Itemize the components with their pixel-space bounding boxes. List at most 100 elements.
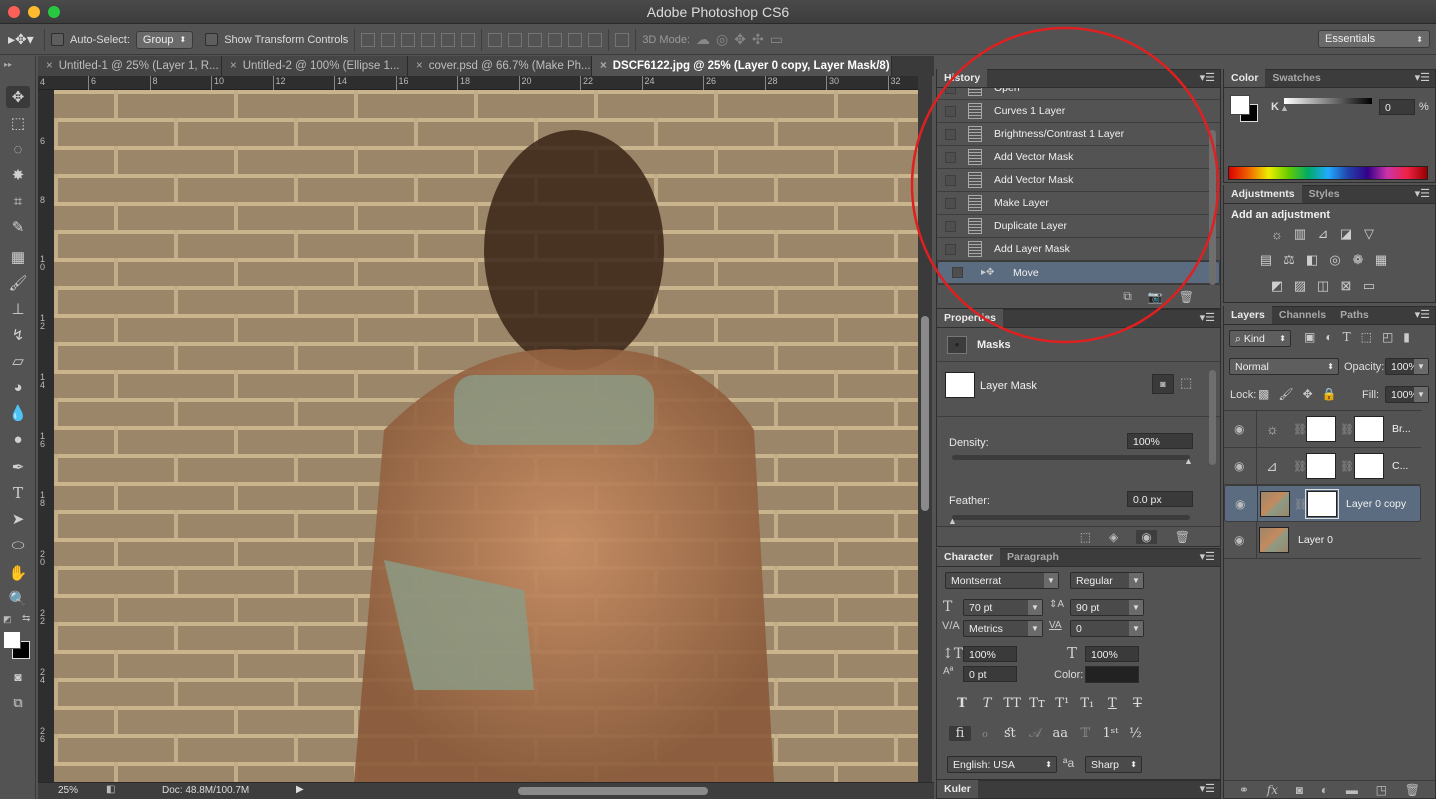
history-item[interactable]: Duplicate Layer (937, 215, 1220, 238)
feather-slider-thumb[interactable]: ▲ (948, 516, 957, 526)
screen-mode-icon[interactable]: ⧉ (6, 692, 30, 714)
distribute-hcenter-icon[interactable] (568, 32, 583, 47)
show-transform-checkbox[interactable] (205, 33, 219, 46)
status-menu-arrow-icon[interactable]: ▶ (296, 784, 304, 795)
clone-stamp-tool-icon[interactable]: ⊥ (6, 298, 30, 320)
language-dropdown[interactable]: English: USA ⬍ (947, 756, 1057, 773)
visibility-eye-icon[interactable]: ◉ (1234, 533, 1244, 547)
density-slider-thumb[interactable]: ▲ (1184, 456, 1193, 466)
baseline-shift-input[interactable]: 0 pt (963, 666, 1017, 682)
history-source-checkbox[interactable] (945, 220, 956, 232)
lock-transparent-icon[interactable]: ▩ (1258, 387, 1269, 401)
history-item[interactable]: Make Layer (937, 192, 1220, 215)
channel-mixer-icon[interactable]: ❁ (1349, 252, 1367, 268)
layer-name[interactable]: Layer 0 copy (1346, 498, 1406, 510)
layer-row[interactable]: ◉ Layer 0 (1224, 522, 1421, 559)
type-tool-icon[interactable]: T (6, 482, 30, 504)
lock-all-icon[interactable]: 🔒 (1322, 387, 1337, 401)
tab-properties[interactable]: Properties (937, 309, 1003, 327)
layer-style-fx-icon[interactable]: fx (1267, 783, 1278, 797)
eraser-tool-icon[interactable]: ▱ (6, 350, 30, 372)
discretionary-ligatures-icon[interactable]: ℴ (974, 726, 996, 741)
tab-styles[interactable]: Styles (1302, 185, 1347, 203)
history-source-checkbox[interactable] (945, 128, 956, 140)
exposure-icon[interactable]: ◪ (1337, 226, 1355, 242)
collapse-toolbox-icon[interactable]: ▸▸ (4, 60, 12, 69)
align-top-icon[interactable] (361, 32, 376, 47)
horizontal-ruler[interactable]: 6 8 10 12 14 16 18 20 22 24 26 28 30 32 (38, 76, 920, 90)
scroll-thumb[interactable] (921, 316, 929, 511)
swap-colors-icon[interactable]: ⇆ (22, 613, 30, 624)
history-item[interactable]: Curves 1 Layer (937, 100, 1220, 123)
black-white-icon[interactable]: ◧ (1303, 252, 1321, 268)
filter-shape-icon[interactable]: ⬚ (1361, 330, 1372, 344)
status-share-icon[interactable]: ◧ (106, 784, 115, 795)
color-lookup-icon[interactable]: ▦ (1372, 252, 1390, 268)
titling-alternates-icon[interactable]: aa (1049, 726, 1071, 741)
doc-tab[interactable]: × cover.psd @ 66.7% (Make Ph... (408, 56, 592, 76)
filter-smart-object-icon[interactable]: ◰ (1382, 330, 1393, 344)
visibility-eye-icon[interactable]: ◉ (1235, 497, 1245, 511)
link-icon[interactable]: ⛓ (1294, 498, 1308, 511)
select-pixel-mask-icon[interactable]: ◙ (1152, 374, 1174, 394)
properties-scrollbar[interactable] (1209, 370, 1216, 465)
doc-tab[interactable]: × Untitled-2 @ 100% (Ellipse 1... (222, 56, 408, 76)
layer-mask-thumbnail[interactable] (1305, 489, 1339, 519)
link-layers-icon[interactable]: ⚭ (1239, 783, 1249, 797)
load-selection-icon[interactable]: ⬚ (1080, 530, 1091, 544)
color-balance-icon[interactable]: ⚖ (1280, 252, 1298, 268)
visibility-eye-icon[interactable]: ◉ (1234, 422, 1244, 436)
quick-mask-icon[interactable]: ◙ (6, 666, 30, 688)
new-document-from-state-icon[interactable]: ⧉ (1123, 289, 1132, 304)
leading-dropdown[interactable]: 90 pt ▼ (1070, 599, 1144, 616)
hand-tool-icon[interactable]: ✋ (6, 562, 30, 584)
threshold-icon[interactable]: ◫ (1314, 278, 1332, 294)
font-style-dropdown[interactable]: Regular ▼ (1070, 572, 1144, 589)
horizontal-scale-input[interactable]: 100% (1085, 646, 1139, 662)
align-bottom-icon[interactable] (401, 32, 416, 47)
visibility-eye-icon[interactable]: ◉ (1234, 459, 1244, 473)
dodge-tool-icon[interactable]: ● (6, 428, 30, 450)
vector-mask-thumbnail[interactable] (1354, 416, 1384, 442)
density-slider[interactable]: ▲ (952, 455, 1193, 466)
filter-type-icon[interactable]: T (1343, 330, 1351, 344)
history-source-checkbox[interactable] (952, 267, 963, 278)
k-slider[interactable] (1284, 98, 1372, 104)
swash-icon[interactable]: ﬆ (999, 726, 1021, 741)
align-hcenter-icon[interactable] (441, 32, 456, 47)
new-layer-icon[interactable]: ◳ (1376, 783, 1387, 797)
history-source-checkbox[interactable] (945, 243, 956, 255)
history-source-checkbox[interactable] (945, 174, 956, 186)
distribute-right-icon[interactable] (588, 32, 603, 47)
brush-tool-icon[interactable]: 🖌 (6, 272, 30, 294)
delete-state-icon[interactable]: 🗑 (1179, 290, 1194, 304)
layer-row[interactable]: ◉ ☼ ⛓ ⛓ Br... (1224, 411, 1421, 448)
layer-mask-thumbnail[interactable] (1306, 416, 1336, 442)
history-item[interactable]: Open (937, 88, 1220, 100)
vibrance-icon[interactable]: ▽ (1360, 226, 1378, 242)
link-icon[interactable]: ⛓ (1340, 423, 1354, 436)
close-window-button[interactable] (8, 6, 20, 18)
layer-mask-thumbnail[interactable] (1306, 453, 1336, 479)
ellipse-tool-icon[interactable]: ⬭ (6, 534, 30, 556)
history-item[interactable]: ▸✥ Move (937, 261, 1220, 284)
layer-thumbnail[interactable] (1260, 491, 1290, 517)
lasso-tool-icon[interactable]: ◌ (6, 138, 30, 160)
vertical-ruler[interactable]: 4 6 8 10 12 14 16 18 20 22 24 26 (38, 78, 54, 782)
history-item[interactable]: Add Layer Mask (937, 238, 1220, 261)
zoom-window-button[interactable] (48, 6, 60, 18)
panel-menu-icon[interactable]: ▾☰ (1415, 69, 1430, 87)
hue-saturation-icon[interactable]: ▤ (1257, 252, 1275, 268)
history-source-checkbox[interactable] (945, 197, 956, 209)
tab-channels[interactable]: Channels (1272, 306, 1333, 324)
zoom-level[interactable]: 25% (58, 785, 78, 796)
photo-filter-icon[interactable]: ◎ (1326, 252, 1344, 268)
tab-color[interactable]: Color (1224, 69, 1266, 87)
align-right-icon[interactable] (461, 32, 476, 47)
align-left-icon[interactable] (421, 32, 436, 47)
invert-icon[interactable]: ◩ (1268, 278, 1286, 294)
vector-mask-thumbnail[interactable] (1354, 453, 1384, 479)
new-snapshot-icon[interactable]: 📷 (1148, 290, 1163, 304)
close-tab-icon[interactable]: × (600, 60, 607, 72)
panel-menu-icon[interactable]: ▾☰ (1200, 69, 1215, 87)
